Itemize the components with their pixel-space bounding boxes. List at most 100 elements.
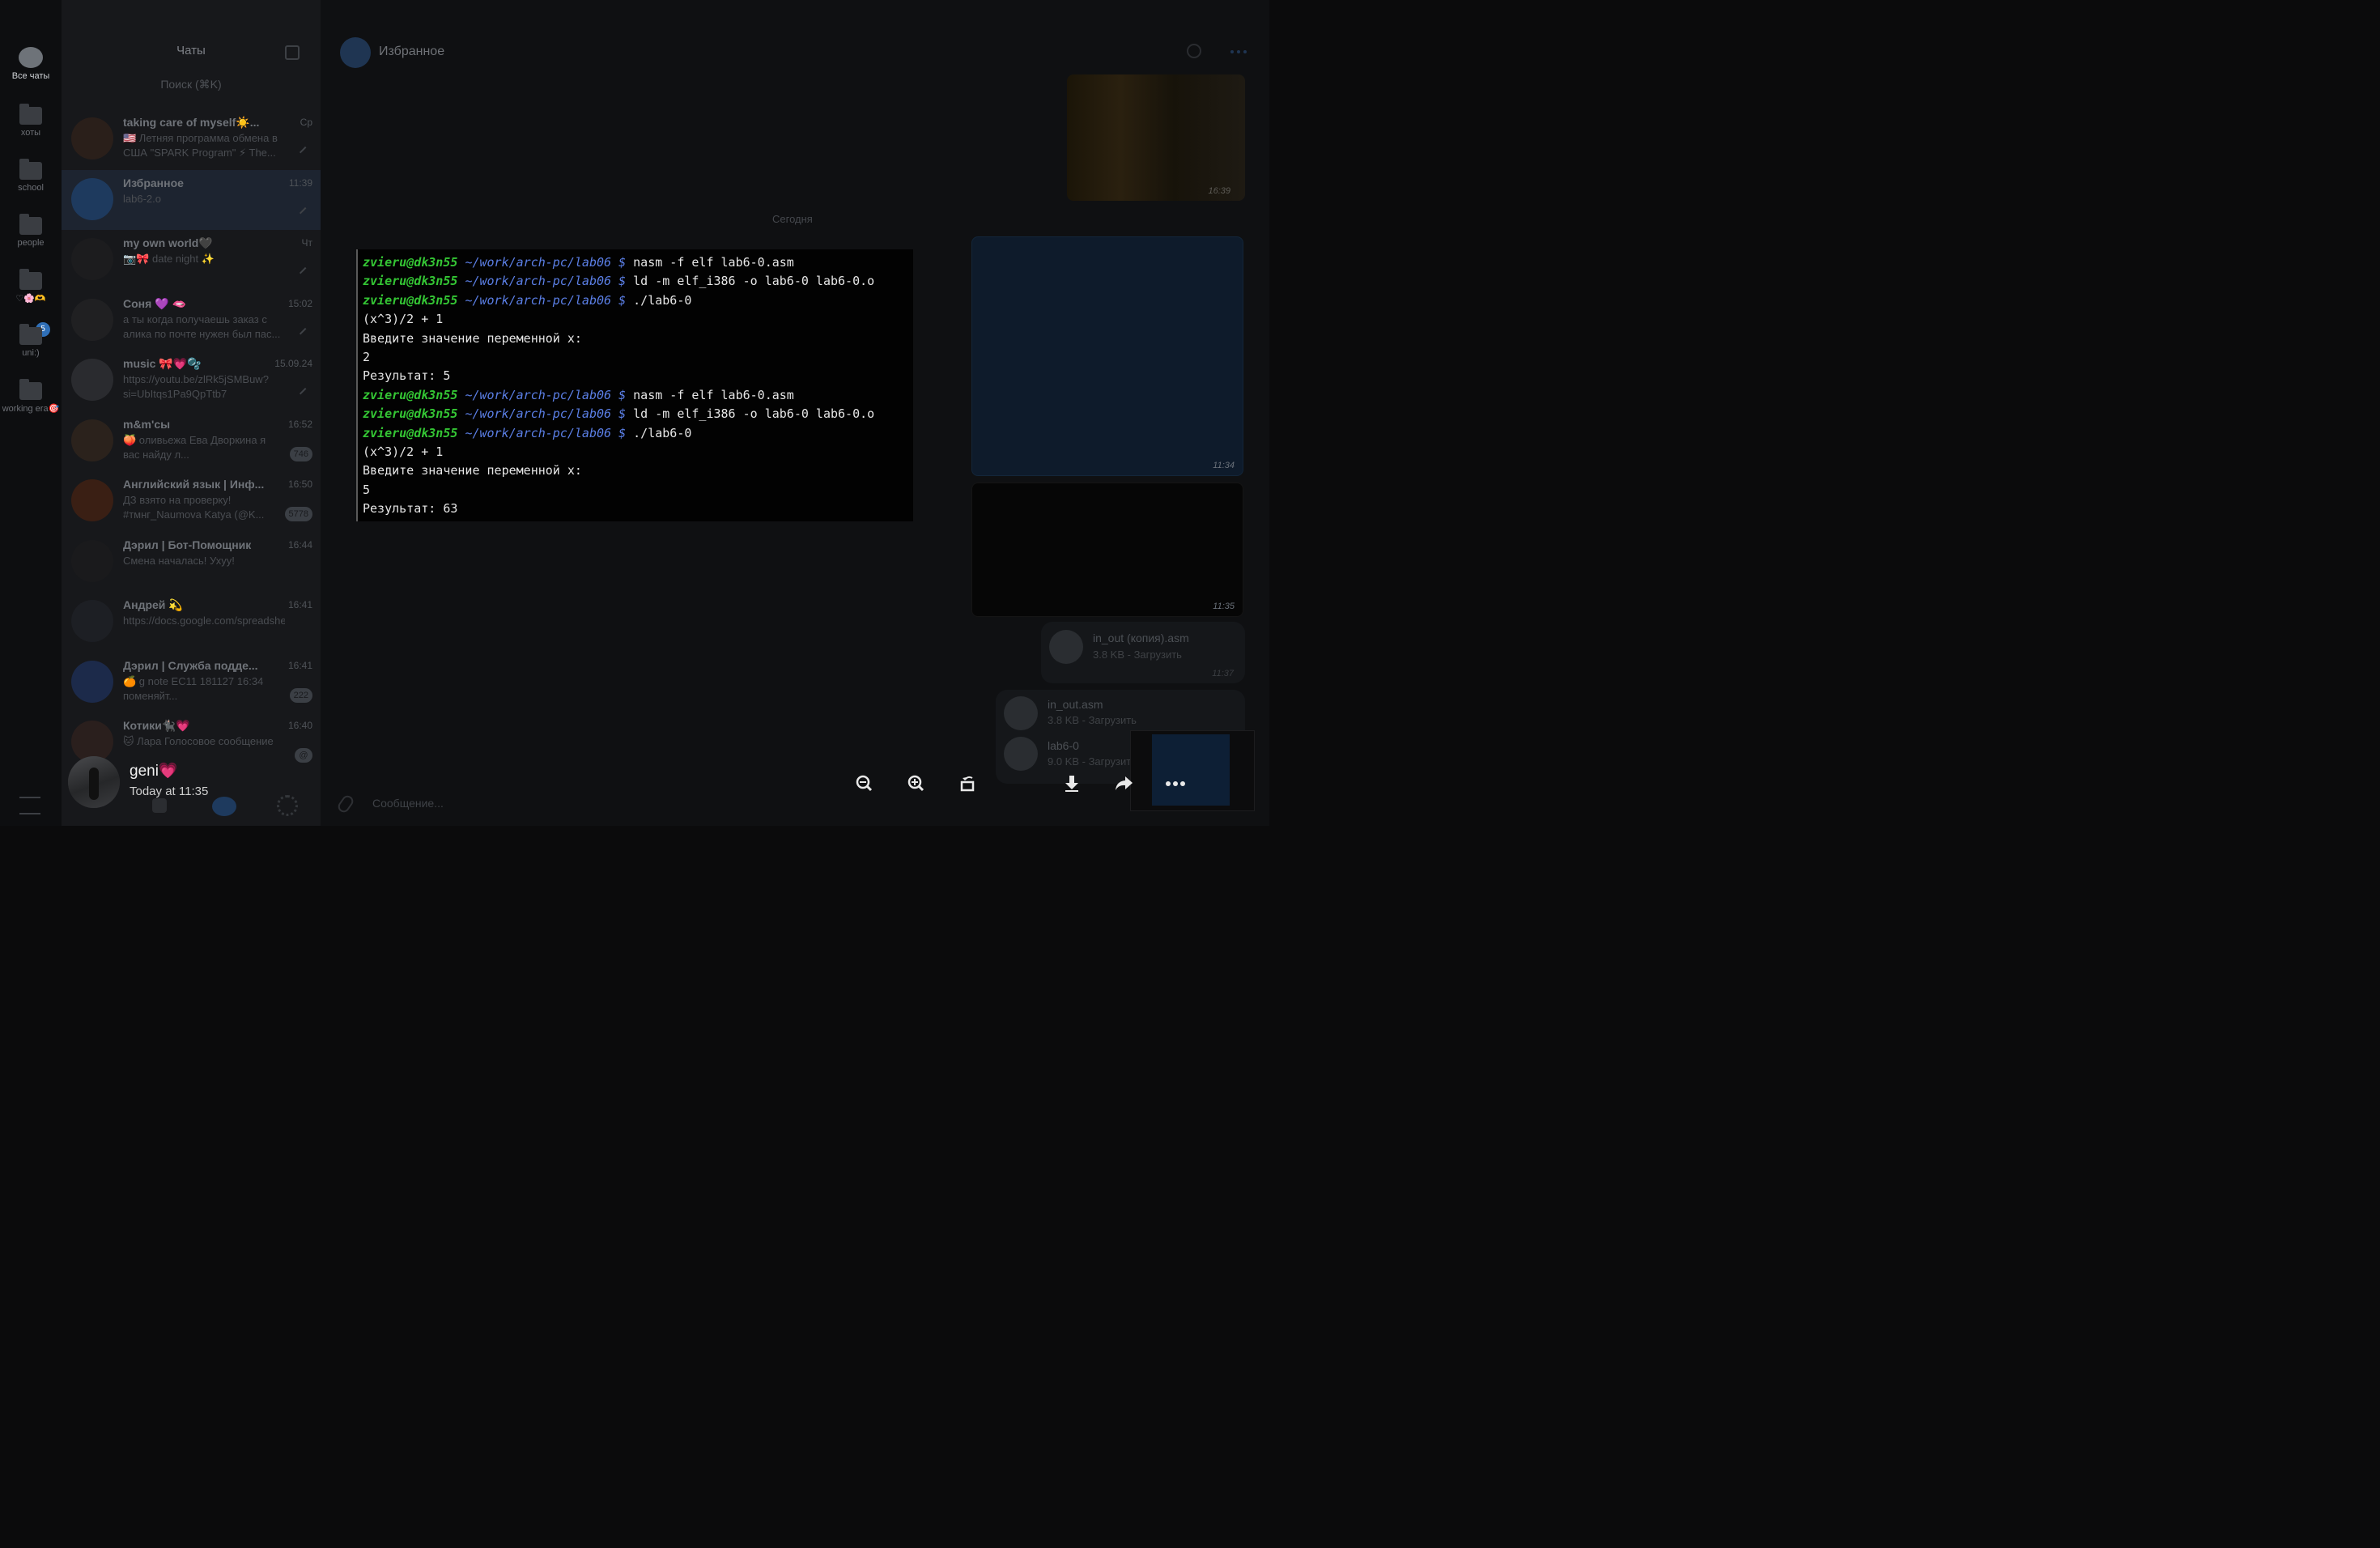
chat-time: 16:52 <box>287 418 312 430</box>
folder-item[interactable]: school <box>0 159 62 193</box>
folder-item[interactable]: working era🎯 <box>0 379 62 414</box>
zoom-in-icon[interactable] <box>899 766 934 802</box>
chat-list-item[interactable]: my own world🖤 Чт 📷🎀 date night ✨ <box>62 230 321 290</box>
viewer-toolbar <box>842 766 1230 802</box>
viewer-sender-info[interactable]: geni💗 Today at 11:35 <box>68 756 311 810</box>
terminal-output-line: 2 <box>363 350 371 364</box>
chat-preview: 🍑 оливьежа Ева Дворкина я вас найду л... <box>123 433 266 461</box>
chat-time: 15:02 <box>287 297 312 309</box>
file-name: lab6-0 <box>1048 739 1079 752</box>
chat-list-item[interactable]: Английский язык | Инф... 16:50 ДЗ взято на… <box>62 471 321 531</box>
terminal-command-line: zvieru@dk3n55 ~/work/arch-pc/lab06 $ ld … <box>363 406 874 425</box>
chat-list-item[interactable]: Избранное 11:39 lab6-2.o <box>62 169 321 230</box>
chats-bubble-icon <box>19 47 43 68</box>
download-icon[interactable] <box>1054 766 1090 802</box>
prompt-sign: $ <box>618 274 627 289</box>
chat-name: my own world🖤 <box>123 236 213 249</box>
folder-item[interactable]: 5 uni:) <box>0 322 62 358</box>
more-menu-icon[interactable] <box>1230 50 1247 53</box>
download-icon[interactable] <box>1049 630 1083 664</box>
chat-list-item[interactable]: music 🎀💗🫧 15.09.24 https://youtu.be/zlRk5j… <box>62 351 321 410</box>
command-text: ./lab6-0 <box>633 292 692 308</box>
date-divider: Сегодня <box>772 213 813 225</box>
message-time: 11:34 <box>1213 461 1235 470</box>
avatar <box>71 117 113 159</box>
telegram-window: Все чаты хоты school people ♡🌸🫶 5 uni:) working… <box>0 0 1269 826</box>
screenshot-message-1[interactable]: 11:34 <box>971 236 1243 476</box>
avatar <box>71 419 113 461</box>
rotate-icon[interactable] <box>950 766 986 802</box>
folder-label: хоты <box>20 128 41 138</box>
command-text: nasm -f elf lab6-0.asm <box>633 255 794 270</box>
prompt-path: ~/work/arch-pc/lab06 <box>465 255 612 270</box>
zoom-out-icon[interactable] <box>847 766 882 802</box>
file-name: in_out (копия).asm <box>1093 632 1189 644</box>
search-icon[interactable] <box>1187 44 1201 58</box>
filter-settings-icon[interactable] <box>19 797 40 814</box>
message-time: 11:35 <box>1213 602 1235 611</box>
more-icon[interactable] <box>1158 766 1193 802</box>
forward-icon[interactable] <box>1106 766 1141 802</box>
terminal-output-line: Результат: 5 <box>363 368 451 384</box>
chat-list-item[interactable]: Соня 💜 🫦 15:02 а ты когда получаешь заказ … <box>62 291 321 351</box>
pin-icon <box>299 206 312 219</box>
unread-badge: 5778 <box>284 507 312 521</box>
chat-name: Андрей 💫 <box>123 598 183 611</box>
compose-icon[interactable] <box>285 45 300 60</box>
photo-message[interactable]: 16:39 <box>1067 74 1245 201</box>
chat-list-item[interactable]: m&m'сы 16:52 🍑 оливьежа Ева Дворкина я вас… <box>62 411 321 471</box>
prompt-path: ~/work/arch-pc/lab06 <box>465 425 612 440</box>
terminal-output-line: Введите значение переменной х: <box>363 330 582 346</box>
avatar <box>68 756 120 808</box>
prompt-user: zvieru@dk3n55 <box>363 387 458 402</box>
screenshot-message-2[interactable]: 11:35 <box>971 483 1243 617</box>
terminal-output-line: 5 <box>363 482 371 497</box>
folder-icon <box>19 324 42 345</box>
folder-item[interactable]: ♡🌸🫶 <box>0 269 62 304</box>
message-input[interactable]: Сообщение... <box>372 797 444 810</box>
command-text: nasm -f elf lab6-0.asm <box>633 387 794 402</box>
file-message[interactable]: in_out (копия).asm 3.8 KB - Загрузить 11… <box>1041 622 1245 683</box>
file-size: 3.8 KB - Загрузить <box>1093 649 1182 661</box>
folder-item[interactable]: хоты <box>0 104 62 138</box>
message-time: 11:37 <box>1212 669 1234 678</box>
prompt-user: zvieru@dk3n55 <box>363 292 458 308</box>
viewer-image-terminal: zvieru@dk3n55 ~/work/arch-pc/lab06 $ nas… <box>356 249 913 521</box>
chat-time: 16:50 <box>287 478 312 490</box>
attach-icon[interactable] <box>335 793 356 815</box>
folder-item[interactable]: Все чаты <box>0 47 62 81</box>
chat-time: 16:44 <box>287 538 312 551</box>
chat-list-item[interactable]: Дэрил | Бот-Помощник 16:44 Смена началась!… <box>62 532 321 592</box>
chat-title[interactable]: Избранное <box>379 45 444 59</box>
download-icon[interactable] <box>1004 696 1038 730</box>
pin-icon <box>299 387 312 400</box>
bookmark-icon <box>340 37 371 68</box>
folder-label: working era🎯 <box>2 404 60 414</box>
folder-item[interactable]: people <box>0 214 62 248</box>
avatar <box>71 600 113 642</box>
unread-badge: 746 <box>289 446 312 461</box>
prompt-sign: $ <box>618 292 627 308</box>
chat-name: taking care of myself☀️... <box>123 116 260 129</box>
command-text: ld -m elf_i386 -o lab6-0 lab6-0.o <box>633 406 875 422</box>
search-input[interactable]: Поиск (⌘K) <box>70 78 312 99</box>
chat-list-header: Чаты <box>62 0 321 74</box>
chat-preview: https://docs.google.com/spreadsheets/d/1… <box>123 615 285 627</box>
prompt-user: zvieru@dk3n55 <box>363 274 458 289</box>
folder-icon <box>19 214 42 235</box>
pin-icon <box>299 146 312 159</box>
chat-list-item[interactable]: taking care of myself☀️... Ср 🇺🇸 Летняя пр… <box>62 109 321 169</box>
pin-icon <box>299 327 312 339</box>
folder-icon <box>19 269 42 290</box>
sent-date: Today at 11:35 <box>130 785 209 798</box>
chat-time: 16:41 <box>287 659 312 671</box>
terminal-command-line: zvieru@dk3n55 ~/work/arch-pc/lab06 $ ld … <box>363 274 874 292</box>
chat-list-item[interactable]: Андрей 💫 16:41 https://docs.google.com/spr… <box>62 592 321 652</box>
prompt-sign: $ <box>618 387 627 402</box>
chat-list-item[interactable]: Дэрил | Служба подде... 16:41 🍊 g note ЕС1… <box>62 653 321 712</box>
file-size: 3.8 KB - Загрузить <box>1048 714 1137 726</box>
avatar <box>71 359 113 401</box>
message-time: 16:39 <box>1208 186 1230 196</box>
unread-badge: 222 <box>289 687 312 703</box>
folder-icon <box>19 379 42 400</box>
